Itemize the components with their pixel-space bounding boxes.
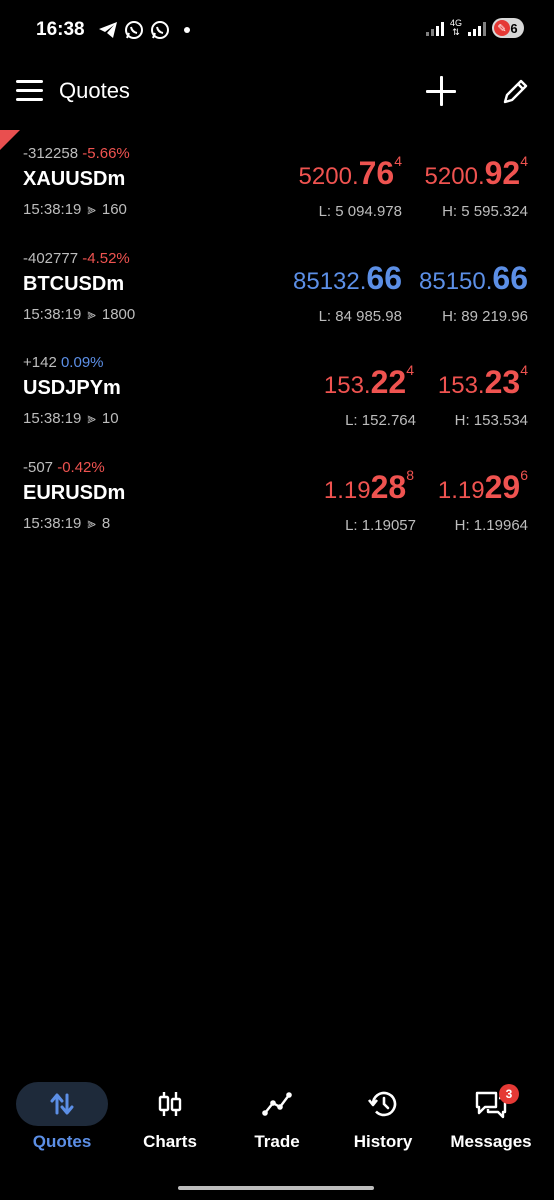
change-points: -312258	[23, 145, 79, 162]
status-bar: 16:38 4G ⇅ ✎ 6	[0, 0, 554, 62]
nav-quotes-label: Quotes	[32, 1132, 92, 1151]
nav-charts[interactable]: Charts	[120, 1082, 220, 1152]
quote-meta: 15:38:19 ⫸ 160	[23, 201, 127, 218]
quote-row-usdjpym[interactable]: +142 0.09% USDJPYm 15:38:19 ⫸ 10 153.224 1…	[0, 354, 554, 458]
nav-charts-label: Charts	[143, 1132, 197, 1151]
low-price: L: 152.764	[345, 412, 416, 429]
bottom-navigation: Quotes Charts Trade History 3 Messages	[0, 1068, 554, 1168]
whatsapp-business-icon	[151, 21, 169, 39]
notification-icons	[98, 20, 190, 40]
high-price: H: 153.534	[454, 412, 528, 429]
quote-time: 15:38:19	[23, 201, 82, 218]
nav-history-label: History	[353, 1132, 413, 1151]
quotes-arrows-icon	[50, 1093, 74, 1115]
spread-icon: ⫸	[87, 515, 96, 532]
messages-badge: 3	[499, 1084, 519, 1104]
nav-messages-label: Messages	[450, 1132, 532, 1151]
spread-icon: ⫸	[87, 201, 96, 218]
quote-meta: 15:38:19 ⫸ 8	[23, 515, 110, 532]
quote-row-xauusdm[interactable]: -312258 -5.66% XAUUSDm 15:38:19 ⫸ 160 5200…	[0, 145, 554, 249]
spread-value: 10	[101, 410, 119, 427]
symbol-name: EURUSDm	[23, 482, 126, 504]
menu-icon[interactable]	[16, 80, 43, 102]
page-title: Quotes	[59, 78, 130, 103]
change-points: -402777	[23, 250, 79, 267]
bid-price: 85132.66	[293, 260, 402, 296]
edit-icon[interactable]	[499, 74, 533, 108]
low-price: L: 5 094.978	[318, 203, 402, 220]
ask-price: 1.19296	[437, 467, 528, 505]
bid-price: 5200.764	[298, 153, 402, 191]
more-notifications-dot	[184, 27, 190, 33]
whatsapp-icon	[125, 21, 143, 39]
status-time: 16:38	[36, 19, 85, 40]
app-bar: Quotes	[0, 62, 554, 124]
high-price: H: 1.19964	[454, 517, 528, 534]
change-line: -402777 -4.52%	[23, 250, 130, 267]
nav-history[interactable]: History	[333, 1082, 433, 1152]
nav-trade-label: Trade	[254, 1132, 300, 1151]
symbol-name: XAUUSDm	[23, 168, 126, 190]
change-line: -507 -0.42%	[23, 459, 105, 476]
low-price: L: 1.19057	[345, 517, 416, 534]
spread-icon: ⫸	[87, 306, 96, 323]
quote-time: 15:38:19	[23, 306, 82, 323]
nav-trade[interactable]: Trade	[227, 1082, 327, 1152]
system-icons: 4G ⇅ ✎ 6	[425, 18, 524, 38]
change-percent: -5.66%	[82, 145, 130, 162]
ask-price: 153.234	[437, 362, 528, 400]
symbol-name: BTCUSDm	[23, 273, 125, 295]
change-percent: 0.09%	[60, 354, 104, 371]
spread-value: 160	[101, 201, 127, 218]
trade-line-icon	[262, 1092, 292, 1116]
ask-price: 85150.66	[419, 260, 528, 296]
battery-saver-icon: ✎	[494, 20, 510, 36]
change-percent: -0.42%	[57, 459, 105, 476]
network-type: 4G ⇅	[449, 18, 462, 37]
change-percent: -4.52%	[82, 250, 130, 267]
spread-value: 1800	[101, 306, 136, 323]
high-price: H: 89 219.96	[442, 308, 528, 325]
change-points: +142	[23, 354, 57, 371]
quote-row-eurusdm[interactable]: -507 -0.42% EURUSDm 15:38:19 ⫸ 8 1.19288 1…	[0, 459, 554, 563]
low-price: L: 84 985.98	[318, 308, 402, 325]
ask-price: 5200.924	[424, 153, 528, 191]
telegram-icon	[99, 22, 117, 38]
add-symbol-icon[interactable]	[424, 74, 458, 108]
change-line: -312258 -5.66%	[23, 145, 130, 162]
quote-meta: 15:38:19 ⫸ 10	[23, 410, 119, 427]
bid-price: 153.224	[323, 362, 414, 400]
nav-quotes[interactable]: Quotes	[16, 1082, 108, 1152]
high-price: H: 5 595.324	[442, 203, 528, 220]
history-clock-icon	[367, 1091, 397, 1117]
change-line: +142 0.09%	[23, 354, 104, 371]
nav-messages[interactable]: 3 Messages	[441, 1082, 541, 1152]
candlestick-icon	[158, 1092, 182, 1116]
signal-icon	[425, 20, 444, 36]
home-indicator[interactable]	[178, 1186, 374, 1190]
spread-value: 8	[101, 515, 111, 532]
change-points: -507	[23, 459, 54, 476]
signal-icon-2	[468, 20, 486, 36]
bid-price: 1.19288	[323, 467, 414, 505]
symbol-name: USDJPYm	[23, 377, 121, 399]
spread-icon: ⫸	[87, 410, 96, 427]
quote-time: 15:38:19	[23, 410, 82, 427]
quote-time: 15:38:19	[23, 515, 82, 532]
quote-meta: 15:38:19 ⫸ 1800	[23, 306, 135, 323]
battery-icon: ✎ 6	[492, 18, 524, 38]
quote-row-btcusdm[interactable]: -402777 -4.52% BTCUSDm 15:38:19 ⫸ 1800 851…	[0, 250, 554, 354]
